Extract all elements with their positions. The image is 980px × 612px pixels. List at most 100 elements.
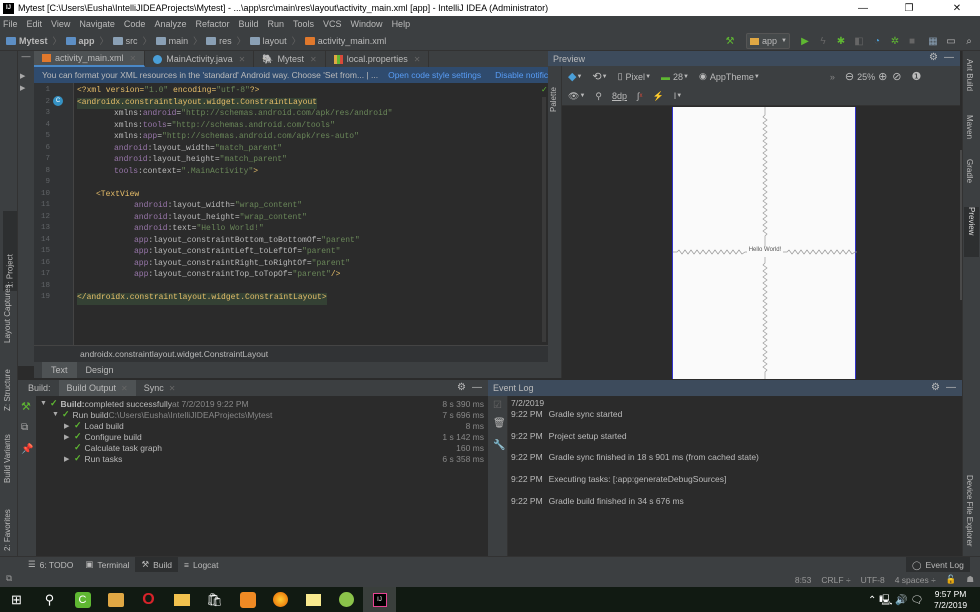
expand-arrow-icon[interactable]: ▶ (20, 84, 25, 92)
media-player-icon[interactable] (99, 587, 132, 612)
zoom-to-fit-icon[interactable]: ⊘ (892, 70, 901, 83)
tool-tab-device-file-explorer[interactable]: Device File Explorer (965, 475, 974, 555)
open-code-style-settings-link[interactable]: Open code style settings (388, 70, 481, 80)
camtasia-icon[interactable]: C (66, 587, 99, 612)
app-green-icon[interactable] (330, 587, 363, 612)
build-tree-row[interactable]: ▶ ✓ Configure build 1 s 142 ms (36, 431, 488, 442)
opera-icon[interactable]: O (132, 587, 165, 612)
tab-local-properties[interactable]: local.properties ✕ (326, 51, 430, 67)
line-separator[interactable]: CRLF ÷ (821, 575, 850, 585)
intellij-taskbar-icon[interactable]: IJ (363, 587, 396, 612)
close-tab-icon[interactable]: ✕ (121, 384, 128, 393)
mark-all-read-icon[interactable]: ☑ (493, 400, 502, 411)
close-tab-icon[interactable]: ✕ (239, 55, 246, 64)
tab-text[interactable]: Text (42, 362, 77, 378)
hide-panel-icon[interactable]: — (944, 52, 954, 63)
api-level-dropdown[interactable]: ▬ 28 ▼ (661, 72, 689, 82)
minimize-button[interactable]: — (840, 0, 886, 16)
tab-sync[interactable]: Sync ✕ (136, 380, 184, 396)
close-tab-icon[interactable]: ✕ (310, 55, 317, 64)
breadcrumb-activity-main[interactable]: activity_main.xml (304, 36, 386, 46)
indent-setting[interactable]: 4 spaces ÷ (895, 575, 936, 585)
zoom-out-icon[interactable]: ⊖ (845, 70, 854, 83)
editor-scrollbar[interactable]: ✓ (540, 83, 548, 345)
default-margins[interactable]: 8dp (612, 91, 627, 101)
system-tray-icons[interactable]: ⌃ 🖳 🔊 🗨 (868, 593, 923, 610)
run-icon[interactable]: ▶ (798, 33, 812, 49)
view-options-dropdown[interactable]: 👁 ▼ (568, 91, 585, 102)
zoom-in-icon[interactable]: ⊕ (878, 70, 887, 83)
lock-icon[interactable]: 🔓 (946, 574, 957, 585)
collapsed-arrow-icon[interactable]: ▶ (64, 422, 74, 430)
tool-tab-terminal[interactable]: ▣ Terminal (79, 557, 135, 573)
coverage-icon[interactable]: ✲ (888, 33, 902, 49)
tool-tab-maven[interactable]: Maven (965, 115, 974, 155)
menu-vcs[interactable]: VCS (323, 19, 342, 29)
make-project-hammer-icon[interactable]: ⚒ (722, 33, 738, 49)
file-explorer-icon[interactable] (165, 587, 198, 612)
settings-gear-icon[interactable]: ⚙ (929, 52, 938, 63)
hello-world-textview[interactable]: Hello World! (747, 247, 783, 253)
tool-tab-event-log[interactable]: ◯ Event Log (906, 557, 970, 573)
orientation-dropdown[interactable]: ⟲ ▼ (592, 70, 607, 83)
close-tab-icon[interactable]: ✕ (130, 54, 137, 63)
build-tree-row[interactable]: ✓ Calculate task graph 160 ms (36, 442, 488, 453)
hide-panel-icon[interactable]: — (946, 382, 956, 393)
profile-icon[interactable]: ◔ (870, 33, 884, 49)
menu-help[interactable]: Help (392, 19, 411, 29)
menu-tools[interactable]: Tools (293, 19, 314, 29)
menu-analyze[interactable]: Analyze (154, 19, 186, 29)
breadcrumb-main[interactable]: main 〉 (155, 34, 202, 47)
close-tab-icon[interactable]: ✕ (414, 55, 421, 64)
collapsed-arrow-icon[interactable]: ▶ (64, 455, 74, 463)
class-link-gutter-icon[interactable]: C (53, 96, 63, 106)
stop-icon[interactable]: ■ (906, 33, 918, 49)
breadcrumb-layout[interactable]: layout 〉 (249, 34, 301, 47)
xml-tag-breadcrumb[interactable]: androidx.constraintlayout.widget.Constra… (34, 345, 548, 362)
tool-tab-preview[interactable]: Preview (964, 207, 979, 257)
restore-button[interactable]: ❐ (886, 0, 932, 16)
settings-gear-icon[interactable]: ⚙ (931, 382, 940, 393)
build-tree-row[interactable]: ▼ ✓ Build: completed successfully at 7/2/2… (36, 398, 488, 409)
caret-position[interactable]: 8:53 (795, 575, 812, 585)
attach-debugger-icon[interactable]: ◧ (852, 33, 866, 49)
expand-arrow-icon[interactable]: ▶ (20, 72, 25, 80)
tool-tab-ant-build[interactable]: Ant Build (965, 59, 974, 109)
tab-main-activity-java[interactable]: MainActivity.java ✕ (145, 51, 255, 67)
align-dropdown[interactable]: Ι ▼ (674, 91, 682, 101)
windows-start-icon[interactable]: ⊞ (0, 587, 33, 612)
settings-wrench-icon[interactable]: 🔧 (493, 440, 505, 451)
menu-build[interactable]: Build (238, 19, 258, 29)
build-tree-row[interactable]: ▶ ✓ Load build 8 ms (36, 420, 488, 431)
menu-view[interactable]: View (51, 19, 70, 29)
tool-tab-logcat[interactable]: ≡ Logcat (178, 557, 225, 573)
tool-tab-structure[interactable]: Z: Structure (3, 351, 12, 411)
clear-all-trash-icon[interactable]: 🗑 (493, 418, 506, 429)
code-editor[interactable]: <?xml version="1.0" encoding="utf-8"?> <… (74, 83, 540, 345)
warning-icon[interactable]: ❶ (912, 70, 922, 83)
autoconnect-icon[interactable]: ⚲ (595, 91, 602, 102)
uc-browser-icon[interactable] (231, 587, 264, 612)
build-tree-row[interactable]: ▼ ✓ Run build C:\Users\Eusha\IntelliJIDEAP… (36, 409, 488, 420)
tool-tab-gradle[interactable]: Gradle (965, 159, 974, 203)
infer-constraints-icon[interactable]: ⚡ (652, 91, 663, 102)
tab-mytest[interactable]: 🐘 Mytest ✕ (254, 51, 326, 67)
settings-gear-icon[interactable]: ⚙ (457, 382, 466, 393)
tab-design[interactable]: Design (77, 362, 123, 378)
design-surface-dropdown[interactable]: ◆ ▼ (568, 70, 582, 83)
build-tree-row[interactable]: ▶ ✓ Run tasks 6 s 358 ms (36, 453, 488, 464)
terminal-icon[interactable]: ▭ (944, 33, 958, 49)
collapsed-arrow-icon[interactable]: ▶ (64, 433, 74, 441)
menu-refactor[interactable]: Refactor (195, 19, 229, 29)
breadcrumb-res[interactable]: res 〉 (206, 34, 246, 47)
menu-navigate[interactable]: Navigate (79, 19, 115, 29)
device-dropdown[interactable]: ▯ Pixel ▼ (618, 71, 651, 82)
theme-dropdown[interactable]: ◉ AppTheme ▼ (699, 71, 760, 82)
more-chevron-icon[interactable]: » (830, 72, 835, 82)
close-button[interactable]: ✕ (934, 0, 980, 16)
clear-constraints-icon[interactable]: ∫ x (637, 91, 642, 101)
breadcrumb-src[interactable]: src 〉 (112, 34, 152, 47)
pin-icon[interactable]: 📌 (21, 444, 33, 455)
menu-file[interactable]: File (3, 19, 18, 29)
menu-window[interactable]: Window (351, 19, 383, 29)
